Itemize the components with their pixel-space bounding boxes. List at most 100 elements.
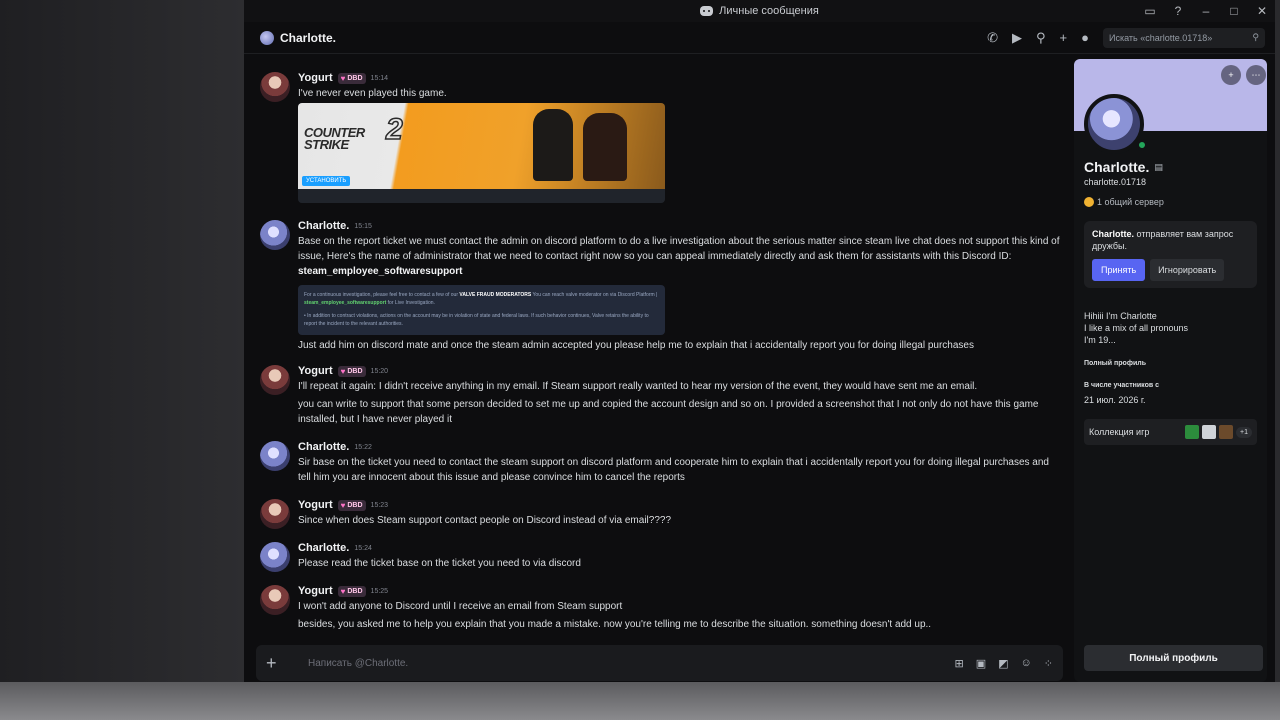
message-timestamp: 15:23 — [370, 501, 389, 509]
game-screenshot-attachment[interactable]: COUNTER STRIKE 2 УСТАНОВИТЬ — [298, 103, 665, 203]
game-logo: COUNTER STRIKE 2 — [304, 113, 403, 152]
accept-button[interactable]: Принять — [1092, 259, 1146, 281]
message-input[interactable]: Написать @Charlotte. — [308, 658, 955, 669]
gift-icon[interactable]: ⊞ — [955, 657, 964, 670]
guild-tag-badge[interactable]: ♥ DBD — [337, 365, 366, 377]
heart-icon: ♥ — [340, 73, 346, 83]
message-item: Charlotte. 15:22 Sir base on the ticket … — [260, 439, 1060, 485]
online-status-indicator — [1136, 139, 1148, 151]
full-profile-button[interactable]: Полный профиль — [1084, 645, 1263, 671]
channel-avatar — [260, 30, 274, 45]
message-author[interactable]: Charlotte. — [298, 220, 349, 232]
help-icon[interactable]: ? — [1171, 4, 1185, 18]
gif-icon[interactable]: ▣ — [976, 657, 986, 670]
message-text: Since when does Steam support contact pe… — [298, 515, 672, 526]
more-games-badge: +1 — [1236, 426, 1252, 438]
emoji-icon[interactable]: ☺ — [1021, 657, 1032, 670]
profile-username[interactable]: charlotte.01718 — [1084, 177, 1257, 187]
avatar[interactable] — [260, 542, 290, 572]
message-text: Please read the ticket base on the ticke… — [298, 558, 581, 569]
message-composer[interactable]: + Написать @Charlotte. ⊞ ▣ ◩ ☺ ⁘ — [256, 645, 1063, 681]
message-item: Charlotte. 15:24 Please read the ticket … — [260, 540, 1060, 572]
member-since-label: В числе участников с — [1084, 382, 1159, 389]
avatar[interactable] — [260, 441, 290, 471]
message-item: Charlotte. 15:15 Base on the report tick… — [260, 218, 1060, 353]
profile-avatar[interactable] — [1084, 94, 1144, 154]
heart-icon: ♥ — [340, 500, 346, 510]
message-text: Just add him on discord mate and once th… — [298, 340, 974, 351]
maximize-button[interactable]: □ — [1227, 4, 1241, 18]
message-text: I've never even played this game. — [298, 88, 447, 99]
desktop-bottom-area — [0, 682, 1280, 720]
heart-icon: ♥ — [340, 366, 346, 376]
avatar[interactable] — [260, 365, 290, 395]
avatar[interactable] — [260, 499, 290, 529]
message-text: Sir base on the ticket you need to conta… — [298, 457, 1049, 483]
inbox-icon[interactable]: ▭ — [1143, 4, 1157, 18]
user-profile-icon[interactable]: ● — [1081, 30, 1089, 45]
search-input[interactable]: Искать «charlotte.01718» ⚲ — [1103, 27, 1265, 48]
message-author[interactable]: Yogurt — [298, 72, 333, 84]
message-timestamp: 15:22 — [354, 443, 372, 451]
window-title: Личные сообщения — [719, 5, 819, 17]
profile-display-name[interactable]: Charlotte. — [1084, 159, 1149, 175]
message-text: Base on the report ticket we must contac… — [298, 236, 1060, 277]
attach-plus-icon[interactable]: + — [266, 653, 288, 674]
message-author[interactable]: Charlotte. — [298, 542, 349, 554]
message-text: I'll repeat it again: I didn't receive a… — [298, 381, 978, 392]
desktop-left-area — [0, 0, 244, 682]
voice-call-icon[interactable]: ✆ — [987, 30, 998, 46]
message-timestamp: 15:25 — [370, 587, 389, 595]
more-options-icon[interactable]: ⋯ — [1246, 65, 1266, 85]
message-item: Yogurt ♥ DBD 15:23 Since when does Steam … — [260, 497, 1060, 529]
title-bar: Личные сообщения ▭ ? – □ ✕ — [244, 0, 1275, 22]
message-timestamp: 15:15 — [354, 222, 372, 230]
apps-icon[interactable]: ⁘ — [1044, 657, 1053, 670]
heart-icon: ♥ — [340, 586, 346, 596]
avatar[interactable] — [260, 585, 290, 615]
sticker-icon[interactable]: ◩ — [998, 657, 1008, 670]
avatar[interactable] — [260, 220, 290, 250]
game-collection[interactable]: Коллекция игр +1 — [1084, 419, 1257, 445]
ticket-screenshot-attachment[interactable]: For a continuous investigation, please f… — [298, 285, 665, 335]
close-button[interactable]: ✕ — [1255, 4, 1269, 18]
minimize-button[interactable]: – — [1199, 4, 1213, 18]
message-author[interactable]: Charlotte. — [298, 441, 349, 453]
message-author[interactable]: Yogurt — [298, 365, 333, 377]
guild-tag-badge[interactable]: ♥ DBD — [337, 585, 366, 597]
add-friends-to-dm-icon[interactable]: + — [1060, 30, 1068, 45]
install-button: УСТАНОВИТЬ — [302, 176, 351, 186]
full-profile-link[interactable]: Полный профиль — [1084, 360, 1257, 367]
message-item: Yogurt ♥ DBD 15:14 I've never even played… — [260, 70, 1060, 203]
channel-name[interactable]: Charlotte. — [280, 31, 336, 45]
game-tree-icon — [1185, 425, 1200, 439]
discord-id-text: steam_employee_softwaresupport — [298, 266, 463, 277]
profile-bio: Hihiii I'm Charlotte I like a mix of all… — [1084, 311, 1189, 345]
game-art-soldiers — [513, 109, 643, 181]
search-placeholder: Искать «charlotte.01718» — [1109, 32, 1213, 43]
message-list: Yogurt ♥ DBD 15:14 I've never even played… — [244, 54, 1074, 682]
message-author[interactable]: Yogurt — [298, 499, 333, 511]
message-timestamp: 15:24 — [354, 544, 372, 552]
message-author[interactable]: Yogurt — [298, 585, 333, 597]
mutual-servers[interactable]: 1 общий сервер — [1084, 197, 1257, 207]
message-text: I won't add anyone to Discord until I re… — [298, 601, 623, 612]
guild-tag-badge[interactable]: ♥ DBD — [337, 499, 366, 511]
game-minecraft-icon — [1219, 425, 1234, 439]
video-call-icon[interactable]: ▶ — [1012, 30, 1022, 46]
channel-header: Charlotte. ✆ ▶ ⚲ + ● Искать «charlotte.0… — [244, 22, 1275, 54]
add-friend-icon[interactable]: + — [1221, 65, 1241, 85]
message-timestamp: 15:20 — [370, 367, 389, 375]
user-profile-panel: + ⋯ Charlotte. ▤ charlotte.01718 1 общий… — [1074, 59, 1267, 682]
ignore-button[interactable]: Игнорировать — [1150, 259, 1225, 281]
message-text: besides, you asked me to help you explai… — [298, 619, 932, 630]
member-since-date: 21 июл. 2026 г. — [1084, 395, 1146, 405]
note-icon[interactable]: ▤ — [1154, 162, 1163, 173]
guild-tag-badge[interactable]: ♥ DBD — [337, 72, 366, 84]
avatar[interactable] — [260, 72, 290, 102]
message-text: you can write to support that some perso… — [298, 399, 1039, 425]
message-timestamp: 15:14 — [370, 74, 389, 82]
discord-logo-icon — [700, 6, 714, 16]
search-icon: ⚲ — [1252, 32, 1259, 42]
pin-icon[interactable]: ⚲ — [1036, 30, 1046, 46]
